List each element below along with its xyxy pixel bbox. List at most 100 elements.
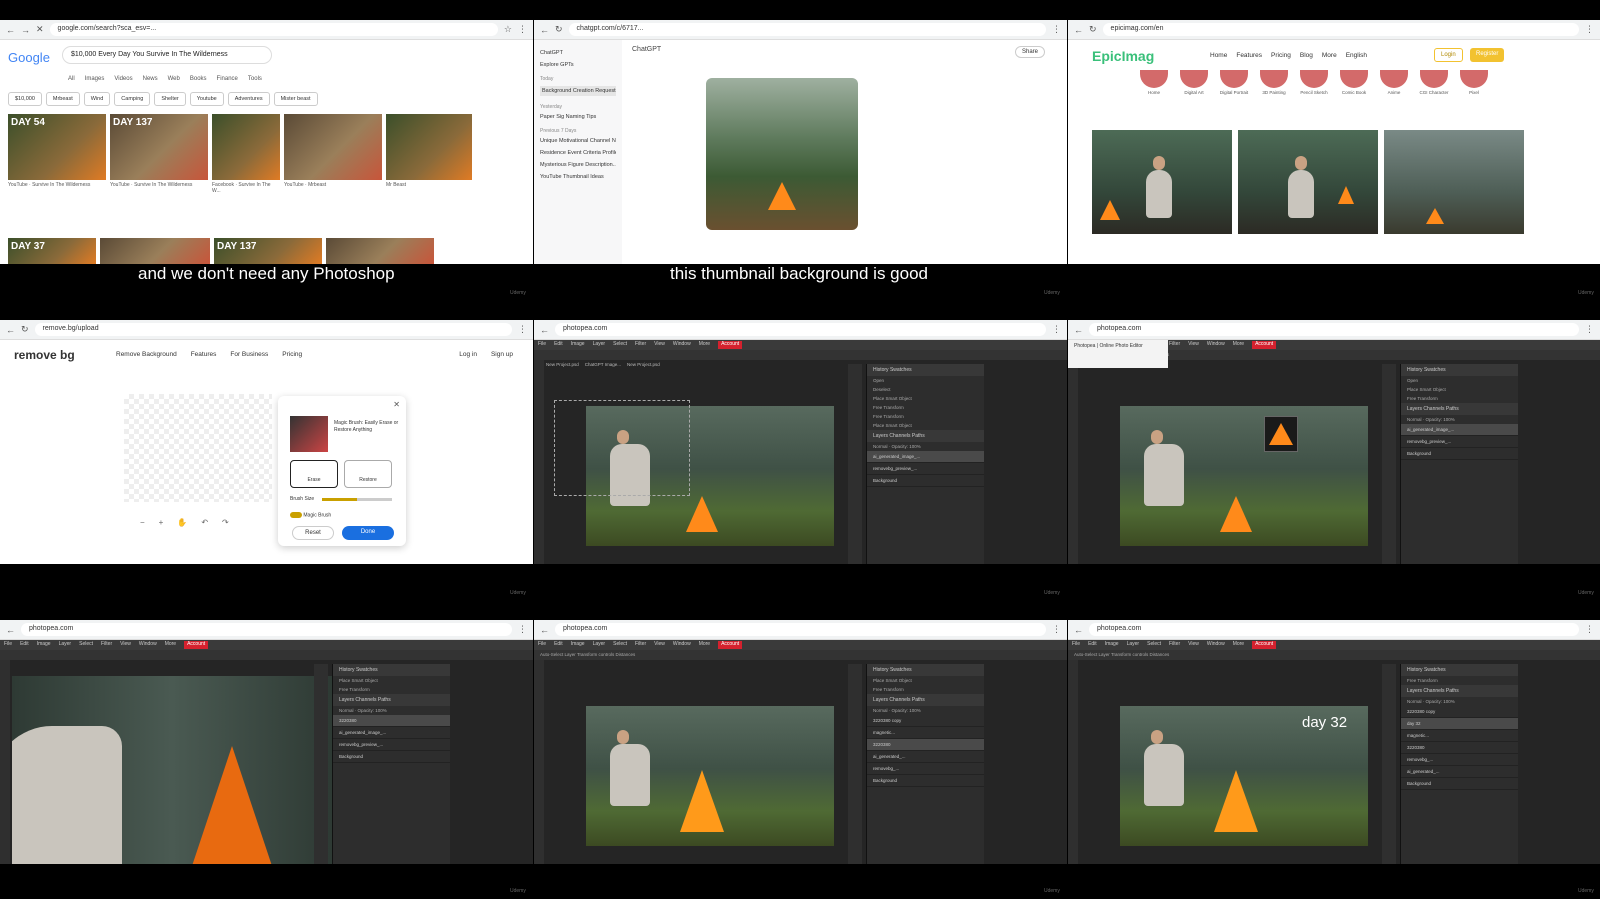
layer-row[interactable]: removebg_... — [867, 763, 984, 775]
menu-image[interactable]: Image — [571, 641, 585, 649]
image-result[interactable]: DAY 37 — [8, 238, 96, 264]
history-item[interactable]: Open — [1401, 376, 1518, 385]
google-logo[interactable]: Google — [8, 50, 50, 65]
menu-icon[interactable]: ⋮ — [1585, 324, 1594, 335]
menu-icon[interactable]: ⋮ — [1585, 624, 1594, 635]
menu-view[interactable]: View — [654, 341, 665, 349]
address-bar[interactable]: photopea.com — [555, 323, 1046, 336]
image-caption[interactable]: Mr Beast — [386, 182, 472, 194]
restore-button[interactable]: Restore — [344, 460, 392, 488]
menu-icon[interactable]: ⋮ — [1585, 24, 1594, 35]
history-item[interactable]: Place Smart Object — [867, 394, 984, 403]
tools-panel[interactable] — [0, 660, 10, 864]
menu-layer[interactable]: Layer — [593, 641, 606, 649]
layer-row[interactable]: ai_generated_image_... — [867, 451, 984, 463]
options-bar[interactable] — [0, 650, 533, 660]
panel-toggles[interactable] — [314, 664, 328, 864]
done-button[interactable]: Done — [342, 526, 394, 540]
chat-history-item[interactable]: Paper Sig Naming Tips — [540, 114, 616, 120]
history-item[interactable]: Place Smart Object — [1401, 385, 1518, 394]
tab-finance[interactable]: Finance — [217, 76, 238, 82]
signup-link[interactable]: Sign up — [491, 351, 513, 358]
filter-chip[interactable]: Shelter — [154, 92, 186, 106]
menu-window[interactable]: Window — [139, 641, 157, 649]
zoom-in-icon[interactable]: + — [159, 518, 164, 527]
layer-row[interactable]: Background — [867, 475, 984, 487]
nav-remove-background[interactable]: Remove Background — [116, 351, 177, 358]
menu-image[interactable]: Image — [37, 641, 51, 649]
menu-account[interactable]: Account — [718, 641, 743, 649]
back-icon[interactable]: ← — [6, 25, 15, 35]
menu-file[interactable]: File — [538, 641, 546, 649]
removebg-logo[interactable]: remove bg — [14, 348, 75, 362]
menu-more[interactable]: More — [699, 341, 710, 349]
menu-select[interactable]: Select — [613, 641, 627, 649]
document-tab[interactable]: New Project.psd — [546, 362, 579, 367]
chat-history-item[interactable]: Unique Motivational Channel Nam... — [540, 138, 616, 144]
blend-opacity[interactable]: Normal · Opacity: 100% — [1401, 415, 1518, 424]
forward-icon[interactable]: → — [21, 25, 30, 35]
document-tab[interactable]: New Project.psd — [627, 362, 660, 367]
nav-blog[interactable]: Blog — [1300, 52, 1313, 59]
document-tab[interactable]: ChatGPT Image... — [585, 362, 621, 367]
menu-edit[interactable]: Edit — [20, 641, 29, 649]
tab-tools[interactable]: Tools — [248, 76, 262, 82]
sidebar-item-chatgpt[interactable]: ChatGPT — [540, 50, 616, 56]
layer-row[interactable]: removebg_preview_... — [1401, 436, 1518, 448]
sidebar-item-explore-gpts[interactable]: Explore GPTs — [540, 62, 616, 68]
menu-account[interactable]: Account — [1252, 641, 1277, 649]
login-link[interactable]: Log in — [459, 351, 477, 358]
menu-filter[interactable]: Filter — [1169, 641, 1180, 649]
menu-select[interactable]: Select — [79, 641, 93, 649]
layer-row[interactable]: magnetic... — [867, 727, 984, 739]
history-item[interactable]: Free Transform — [867, 685, 984, 694]
tab-images[interactable]: Images — [85, 76, 105, 82]
address-bar[interactable]: photopea.com — [1089, 623, 1579, 636]
layer-row[interactable]: removebg_preview_... — [867, 463, 984, 475]
options-bar[interactable] — [534, 350, 1067, 360]
tools-panel[interactable] — [534, 660, 544, 864]
category-item[interactable]: CGI Character — [1418, 70, 1450, 95]
layers-header[interactable]: Layers Channels Paths — [1401, 685, 1518, 697]
search-input[interactable]: $10,000 Every Day You Survive In The Wil… — [62, 46, 272, 64]
menu-edit[interactable]: Edit — [554, 641, 563, 649]
close-icon[interactable]: ✕ — [393, 400, 400, 409]
address-bar[interactable]: photopea.com — [1089, 323, 1579, 336]
layer-row[interactable]: removebg_preview_... — [333, 739, 450, 751]
filter-chip[interactable]: Wind — [83, 92, 111, 106]
menu-icon[interactable]: ⋮ — [518, 624, 527, 635]
menu-window[interactable]: Window — [1207, 641, 1225, 649]
tab-videos[interactable]: Videos — [114, 76, 132, 82]
layer-row[interactable]: Background — [333, 751, 450, 763]
history-item[interactable]: Free Transform — [1401, 394, 1518, 403]
image-result[interactable] — [284, 114, 382, 180]
menu-more[interactable]: More — [1233, 341, 1244, 349]
history-item[interactable]: Free Transform — [867, 403, 984, 412]
options-bar[interactable]: Auto-Select Layer Transform controls Dis… — [534, 650, 1067, 660]
layer-row[interactable]: 3220380 copy — [867, 715, 984, 727]
history-item[interactable]: Free Transform — [1401, 676, 1518, 685]
image-caption[interactable]: YouTube · Survive In The Wilderness — [8, 182, 106, 194]
tools-panel[interactable] — [1068, 660, 1078, 864]
panel-toggles[interactable] — [1382, 364, 1396, 564]
layer-row[interactable]: ai_generated_image_... — [333, 727, 450, 739]
layer-row[interactable]: removebg_... — [1401, 754, 1518, 766]
day-text-layer[interactable]: day 32 — [1302, 714, 1347, 731]
filter-chip[interactable]: $10,000 — [8, 92, 42, 106]
category-item[interactable]: 3D Painting — [1258, 70, 1290, 95]
image-caption[interactable]: YouTube · Survive In The Wilderness — [110, 182, 208, 194]
register-button[interactable]: Register — [1470, 48, 1505, 62]
menu-layer[interactable]: Layer — [59, 641, 72, 649]
tab-all[interactable]: All — [68, 76, 75, 82]
layer-row[interactable]: magnetic... — [1401, 730, 1518, 742]
menu-icon[interactable]: ⋮ — [518, 24, 527, 35]
menu-layer[interactable]: Layer — [1127, 641, 1140, 649]
address-bar[interactable]: remove.bg/upload — [34, 323, 512, 336]
category-item[interactable]: Digital Art — [1178, 70, 1210, 95]
blend-opacity[interactable]: Normal · Opacity: 100% — [867, 706, 984, 715]
layers-header[interactable]: Layers Channels Paths — [867, 694, 984, 706]
menu-file[interactable]: File — [538, 341, 546, 349]
hand-icon[interactable]: ✋ — [177, 518, 187, 527]
zoom-out-icon[interactable]: − — [140, 518, 145, 527]
menu-more[interactable]: More — [699, 641, 710, 649]
